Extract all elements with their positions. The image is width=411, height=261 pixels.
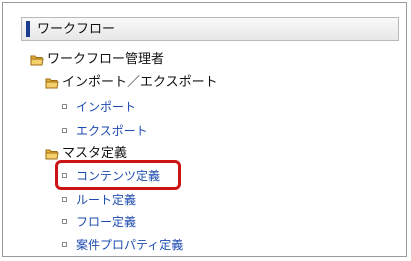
bullet-icon — [62, 197, 67, 202]
bullet-icon — [62, 242, 67, 247]
tree-node-import-export[interactable]: インポート／エクスポート — [43, 74, 283, 92]
panel-header: ワークフロー — [21, 17, 399, 41]
tree-leaf-flow-definition[interactable]: フロー定義 — [59, 213, 179, 231]
tree-leaf-import[interactable]: インポート — [59, 98, 179, 116]
highlight-box — [55, 160, 181, 190]
workflow-panel-frame: ワークフロー ワークフロー管理者 インポート／エクスポート インポート エクスポ… — [2, 2, 407, 257]
bullet-icon — [62, 219, 67, 224]
tree-node-workflow-admin[interactable]: ワークフロー管理者 — [28, 51, 228, 69]
bullet-icon — [62, 128, 67, 133]
tree-leaf-label: 案件プロパティ定義 — [76, 238, 184, 252]
tree-leaf-label: ルート定義 — [76, 193, 137, 207]
folder-icon — [45, 76, 59, 90]
panel-title: ワークフロー — [37, 22, 116, 37]
tree-node-label: インポート／エクスポート — [62, 75, 218, 90]
tree-leaf-matter-property-definition[interactable]: 案件プロパティ定義 — [59, 236, 239, 254]
bullet-icon — [62, 104, 67, 109]
tree-leaf-label: エクスポート — [76, 124, 148, 138]
folder-icon — [30, 53, 44, 67]
tree-node-label: ワークフロー管理者 — [47, 52, 165, 67]
header-accent-bar — [26, 21, 30, 37]
tree-leaf-label: フロー定義 — [76, 215, 137, 229]
tree-leaf-export[interactable]: エクスポート — [59, 122, 179, 140]
tree-leaf-route-definition[interactable]: ルート定義 — [59, 191, 179, 209]
folder-icon — [45, 147, 59, 161]
tree-leaf-label: インポート — [76, 100, 137, 114]
